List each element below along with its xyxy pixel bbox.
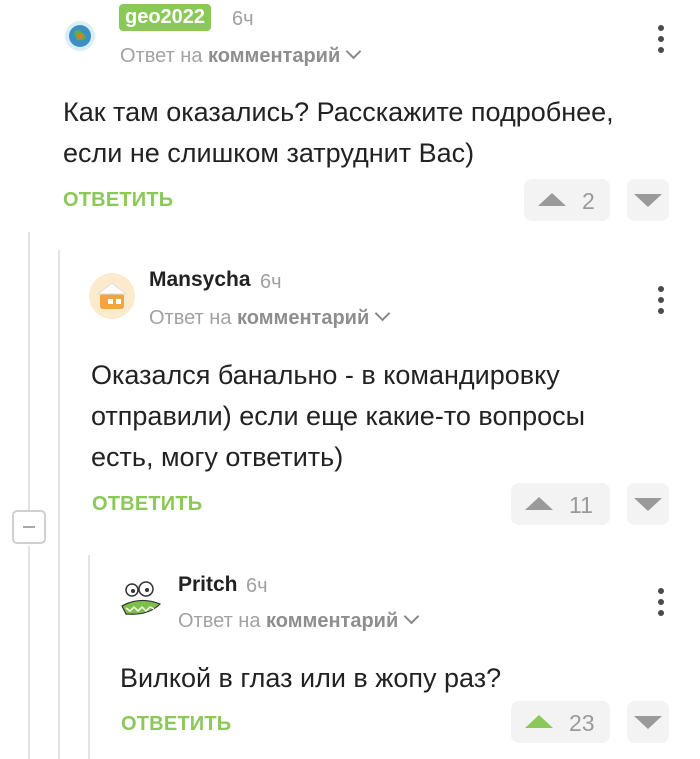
globe-icon bbox=[65, 21, 95, 51]
comment-text: Вилкой в глаз или в жопу раз? bbox=[120, 658, 501, 699]
comment-text-line: есть, могу ответить) bbox=[91, 442, 344, 472]
upvote-button[interactable]: 2 bbox=[524, 179, 610, 221]
upvote-arrow-icon bbox=[538, 193, 566, 206]
comment-text-line: Как там оказались? Расскажите подробнее, bbox=[63, 97, 614, 127]
reply-to-prefix: Ответ на bbox=[178, 610, 261, 632]
avatar[interactable] bbox=[89, 273, 135, 319]
upvote-button[interactable]: 11 bbox=[511, 483, 610, 525]
thread-line-level-3 bbox=[88, 555, 90, 759]
downvote-button[interactable] bbox=[627, 701, 669, 743]
timestamp: 6ч bbox=[232, 8, 254, 30]
reply-to-target: комментарий bbox=[208, 45, 341, 67]
more-options-icon[interactable] bbox=[657, 588, 665, 616]
collapse-thread-button[interactable] bbox=[12, 510, 46, 544]
avatar[interactable] bbox=[64, 20, 96, 52]
reply-button[interactable]: ОТВЕТИТЬ bbox=[121, 713, 231, 736]
timestamp: 6ч bbox=[246, 575, 268, 597]
reply-to-target: комментарий bbox=[266, 610, 399, 632]
reply-to-target: комментарий bbox=[237, 307, 370, 329]
chevron-down-icon bbox=[374, 305, 391, 322]
thread-line-level-1 bbox=[28, 232, 30, 510]
reply-to-link[interactable]: Ответ на комментарий bbox=[120, 43, 362, 68]
downvote-button[interactable] bbox=[627, 483, 669, 525]
upvote-arrow-icon bbox=[525, 497, 553, 510]
chevron-down-icon bbox=[403, 608, 420, 625]
reply-to-prefix: Ответ на bbox=[120, 45, 203, 67]
cartoon-face-icon bbox=[121, 581, 162, 615]
vote-count: 2 bbox=[582, 188, 595, 214]
comment-text: Как там оказались? Расскажите подробнее,… bbox=[63, 92, 614, 174]
vote-count: 11 bbox=[569, 492, 593, 518]
cartoon-house-icon bbox=[89, 273, 135, 319]
downvote-arrow-icon bbox=[634, 498, 662, 511]
reply-to-link[interactable]: Ответ на комментарий bbox=[149, 305, 391, 330]
reply-button[interactable]: ОТВЕТИТЬ bbox=[92, 493, 202, 516]
chevron-down-icon bbox=[345, 43, 362, 60]
comment-text: Оказался банально - в командировку отпра… bbox=[91, 355, 585, 478]
upvote-button[interactable]: 23 bbox=[511, 701, 610, 743]
username[interactable]: Mansycha bbox=[149, 268, 251, 292]
thread-line-level-2 bbox=[58, 250, 60, 759]
upvote-arrow-icon bbox=[525, 715, 553, 728]
reply-to-prefix: Ответ на bbox=[149, 307, 232, 329]
comment-text-line: если не слишком затруднит Вас) bbox=[63, 138, 475, 168]
thread-line-level-1 bbox=[28, 546, 30, 759]
comment-text-line: Оказался банально - в командировку bbox=[91, 360, 560, 390]
username[interactable]: Pritch bbox=[178, 573, 238, 597]
timestamp: 6ч bbox=[260, 271, 282, 293]
comment-text-line: Вилкой в глаз или в жопу раз? bbox=[120, 663, 502, 693]
reply-to-link[interactable]: Ответ на комментарий bbox=[178, 608, 420, 633]
comment-text-line: отправили) если еще какие-то вопросы bbox=[91, 401, 586, 431]
avatar[interactable] bbox=[118, 578, 162, 622]
reply-button[interactable]: ОТВЕТИТЬ bbox=[63, 189, 173, 212]
vote-count: 23 bbox=[569, 710, 595, 736]
downvote-arrow-icon bbox=[634, 716, 662, 729]
minus-icon bbox=[23, 526, 35, 528]
more-options-icon[interactable] bbox=[657, 25, 665, 53]
downvote-arrow-icon bbox=[634, 194, 662, 207]
more-options-icon[interactable] bbox=[657, 286, 665, 314]
downvote-button[interactable] bbox=[627, 179, 669, 221]
username[interactable]: geo2022 bbox=[119, 4, 212, 31]
